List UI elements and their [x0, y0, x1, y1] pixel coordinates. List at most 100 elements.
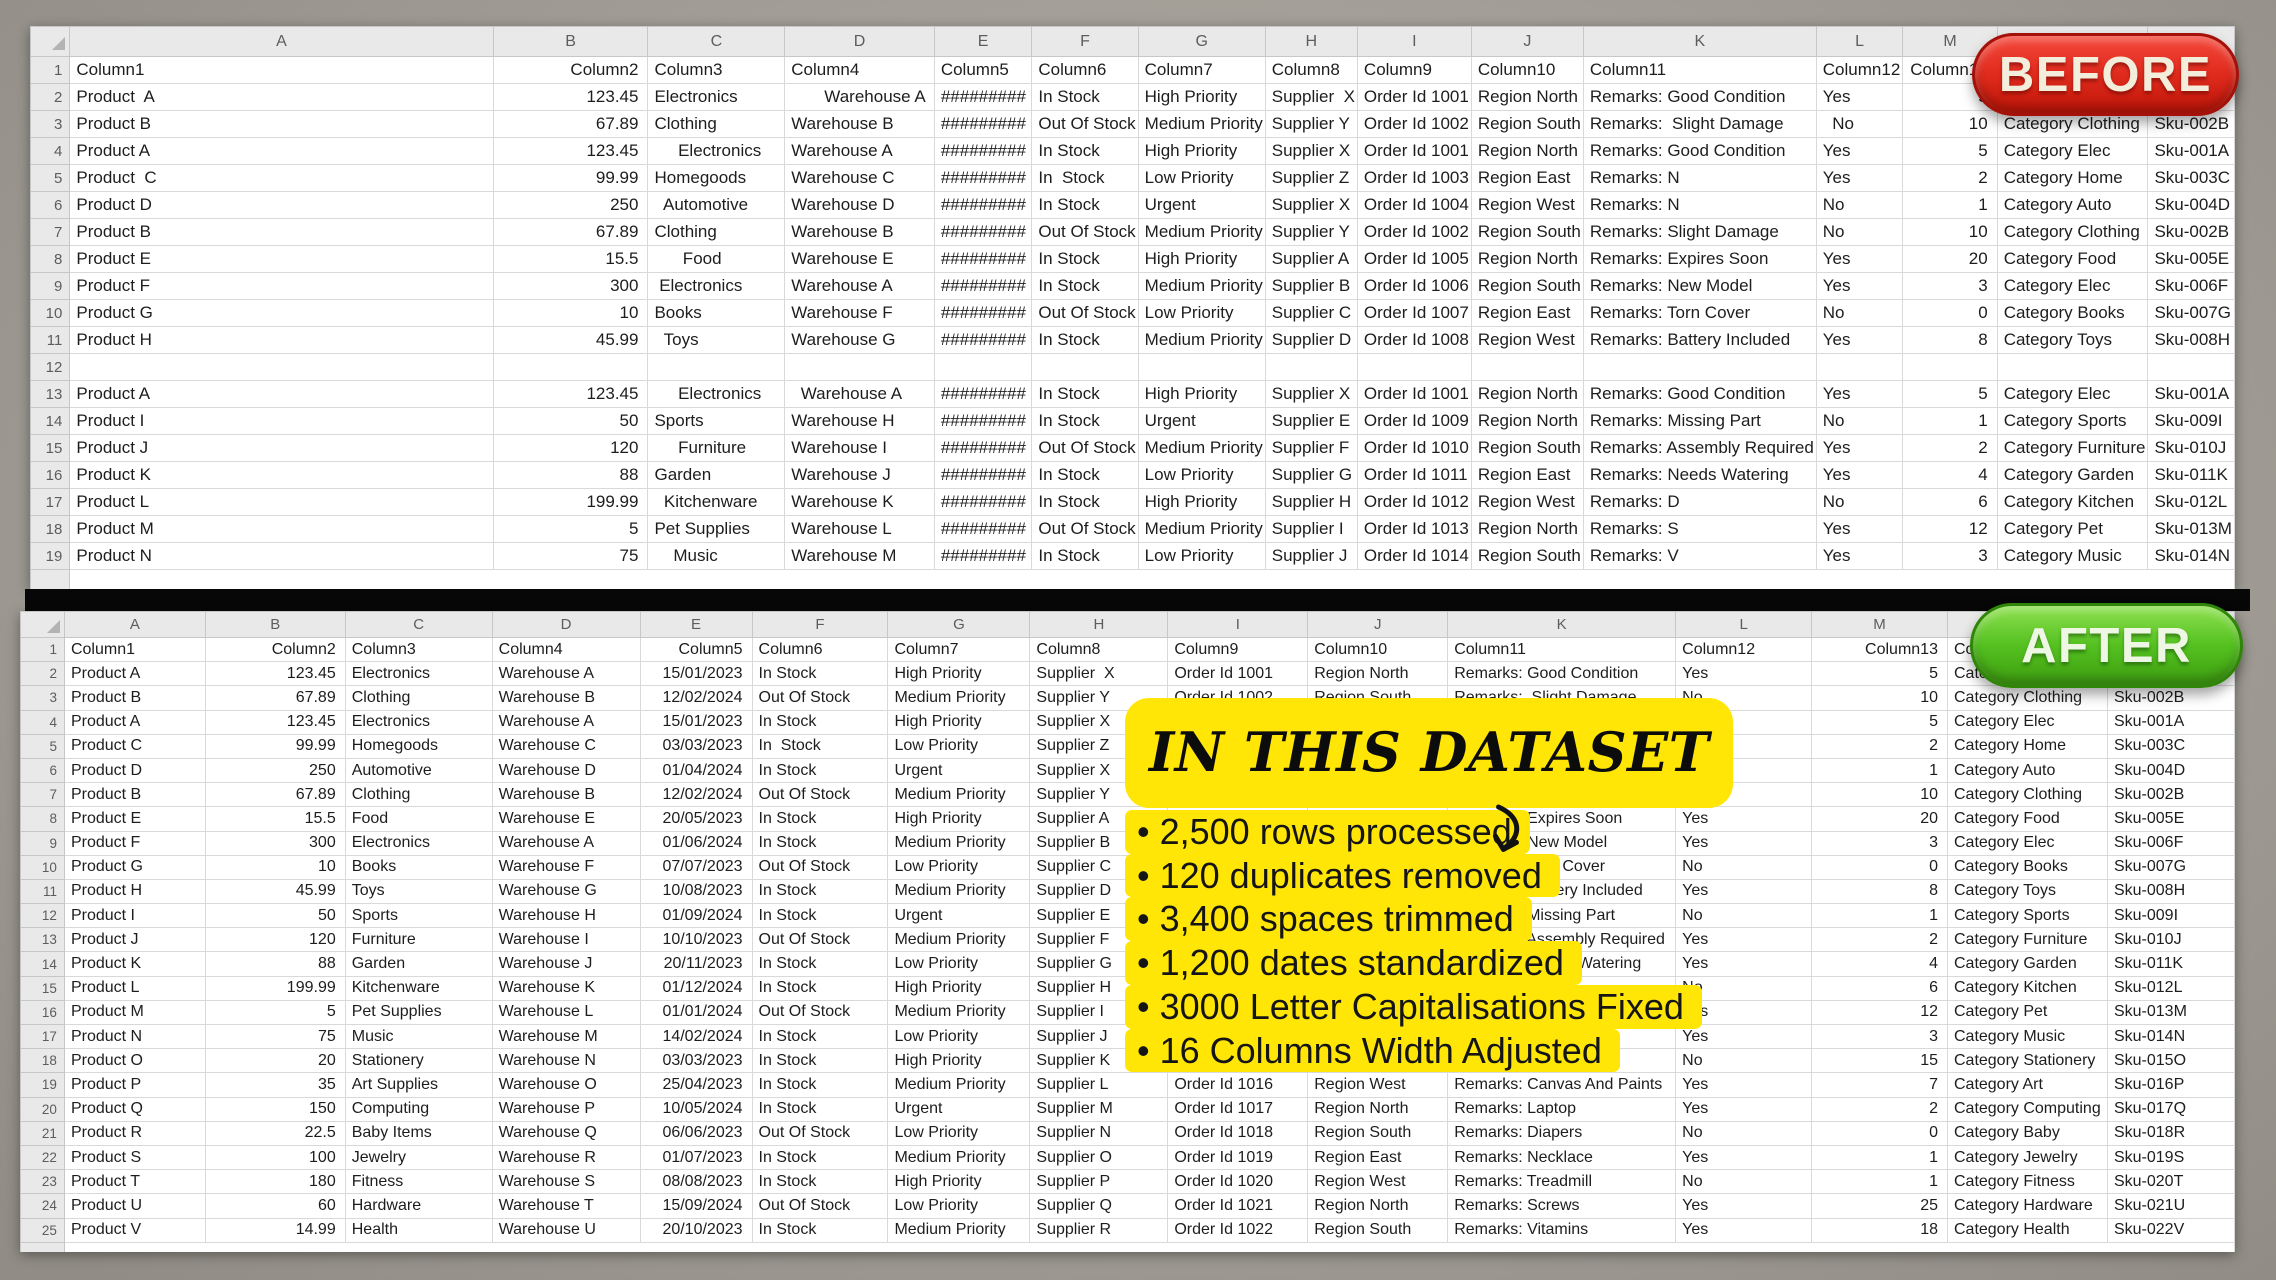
after-cell-H19[interactable]: Supplier L [1030, 1073, 1168, 1097]
after-cell-F14[interactable]: In Stock [752, 952, 888, 976]
before-cell-N11[interactable]: Category Toys [1997, 327, 2148, 354]
after-cell-C1[interactable]: Column3 [345, 638, 492, 662]
before-cell-D6[interactable]: Warehouse D [785, 192, 935, 219]
after-cell-A25[interactable]: Product V [64, 1218, 205, 1242]
after-cell-G1[interactable]: Column7 [888, 638, 1030, 662]
after-row-number-11[interactable]: 11 [21, 879, 65, 903]
before-cell-J9[interactable]: Region South [1471, 273, 1583, 300]
before-row-number-13[interactable]: 13 [31, 381, 70, 408]
after-cell-B17[interactable]: 75 [205, 1025, 345, 1049]
before-row-number-8[interactable]: 8 [31, 246, 70, 273]
after-cell-O5[interactable]: Sku-003C [2107, 734, 2234, 758]
before-cell-L15[interactable]: Yes [1816, 435, 1903, 462]
after-cell-A16[interactable]: Product M [64, 1000, 205, 1024]
after-select-all-corner[interactable] [21, 612, 65, 638]
after-cell-B5[interactable]: 99.99 [205, 734, 345, 758]
after-cell-M10[interactable]: 0 [1812, 855, 1948, 879]
after-cell-A7[interactable]: Product B [64, 783, 205, 807]
after-column-letter-I[interactable]: I [1168, 612, 1308, 638]
before-cell-F18[interactable]: Out Of Stock [1032, 516, 1138, 543]
after-cell-E10[interactable]: 07/07/2023 [640, 855, 752, 879]
after-cell-E23[interactable]: 08/08/2023 [640, 1170, 752, 1194]
after-cell-I23[interactable]: Order Id 1020 [1168, 1170, 1308, 1194]
after-cell-E12[interactable]: 01/09/2024 [640, 904, 752, 928]
after-cell-I21[interactable]: Order Id 1018 [1168, 1121, 1308, 1145]
after-cell-A8[interactable]: Product E [64, 807, 205, 831]
before-cell-B14[interactable]: 50 [493, 408, 648, 435]
after-cell-I25[interactable]: Order Id 1022 [1168, 1218, 1308, 1242]
before-cell-O10[interactable]: Sku-007G [2148, 300, 2235, 327]
before-row-number-12[interactable]: 12 [31, 354, 70, 381]
after-cell-G15[interactable]: High Priority [888, 976, 1030, 1000]
before-cell-N15[interactable]: Category Furniture [1997, 435, 2148, 462]
after-cell-C10[interactable]: Books [345, 855, 492, 879]
before-cell-C10[interactable]: Books [648, 300, 785, 327]
after-cell-G2[interactable]: High Priority [888, 662, 1030, 686]
after-cell-F25[interactable]: In Stock [752, 1218, 888, 1242]
after-cell-M12[interactable]: 1 [1812, 904, 1948, 928]
after-cell-O9[interactable]: Sku-006F [2107, 831, 2234, 855]
after-cell-E8[interactable]: 20/05/2023 [640, 807, 752, 831]
before-cell-A15[interactable]: Product J [70, 435, 493, 462]
after-row-number-25[interactable]: 25 [21, 1218, 65, 1242]
after-cell-H23[interactable]: Supplier P [1030, 1170, 1168, 1194]
before-select-all-corner[interactable] [31, 27, 70, 57]
before-cell-K18[interactable]: Remarks: S [1583, 516, 1816, 543]
after-cell-B18[interactable]: 20 [205, 1049, 345, 1073]
after-cell-N12[interactable]: Category Sports [1947, 904, 2107, 928]
after-cell-N13[interactable]: Category Furniture [1947, 928, 2107, 952]
after-cell-L19[interactable]: Yes [1676, 1073, 1812, 1097]
before-cell-K8[interactable]: Remarks: Expires Soon [1583, 246, 1816, 273]
before-cell-B10[interactable]: 10 [493, 300, 648, 327]
after-cell-M18[interactable]: 15 [1812, 1049, 1948, 1073]
before-cell-A13[interactable]: Product A [70, 381, 493, 408]
after-cell-D9[interactable]: Warehouse A [492, 831, 640, 855]
before-cell-H4[interactable]: Supplier X [1265, 138, 1357, 165]
after-cell-H22[interactable]: Supplier O [1030, 1145, 1168, 1169]
after-cell-C19[interactable]: Art Supplies [345, 1073, 492, 1097]
before-cell-C4[interactable]: Electronics [648, 138, 785, 165]
before-cell-D2[interactable]: Warehouse A [785, 84, 935, 111]
after-cell-I20[interactable]: Order Id 1017 [1168, 1097, 1308, 1121]
after-row-number-2[interactable]: 2 [21, 662, 65, 686]
before-cell-F13[interactable]: In Stock [1032, 381, 1138, 408]
before-cell-I7[interactable]: Order Id 1002 [1357, 219, 1471, 246]
before-cell-D4[interactable]: Warehouse A [785, 138, 935, 165]
after-cell-F18[interactable]: In Stock [752, 1049, 888, 1073]
after-cell-C15[interactable]: Kitchenware [345, 976, 492, 1000]
after-cell-B25[interactable]: 14.99 [205, 1218, 345, 1242]
after-cell-B24[interactable]: 60 [205, 1194, 345, 1218]
before-row-number-6[interactable]: 6 [31, 192, 70, 219]
after-cell-I2[interactable]: Order Id 1001 [1168, 662, 1308, 686]
after-cell-F7[interactable]: Out Of Stock [752, 783, 888, 807]
before-cell-E5[interactable]: ######### [934, 165, 1032, 192]
before-cell-K2[interactable]: Remarks: Good Condition [1583, 84, 1816, 111]
after-cell-G8[interactable]: High Priority [888, 807, 1030, 831]
before-cell-E10[interactable]: ######### [934, 300, 1032, 327]
before-cell-A8[interactable]: Product E [70, 246, 493, 273]
after-cell-D1[interactable]: Column4 [492, 638, 640, 662]
before-cell-H8[interactable]: Supplier A [1265, 246, 1357, 273]
after-cell-D5[interactable]: Warehouse C [492, 734, 640, 758]
before-cell-I11[interactable]: Order Id 1008 [1357, 327, 1471, 354]
before-cell-A14[interactable]: Product I [70, 408, 493, 435]
after-row-number-24[interactable]: 24 [21, 1194, 65, 1218]
after-row-number-4[interactable]: 4 [21, 710, 65, 734]
after-cell-B22[interactable]: 100 [205, 1145, 345, 1169]
after-cell-M13[interactable]: 2 [1812, 928, 1948, 952]
before-cell-L4[interactable]: Yes [1816, 138, 1903, 165]
before-cell-I10[interactable]: Order Id 1007 [1357, 300, 1471, 327]
before-cell-O7[interactable]: Sku-002B [2148, 219, 2235, 246]
before-cell-O14[interactable]: Sku-009I [2148, 408, 2235, 435]
before-cell-M15[interactable]: 2 [1903, 435, 1997, 462]
after-row-number-22[interactable]: 22 [21, 1145, 65, 1169]
after-row-number-6[interactable]: 6 [21, 758, 65, 782]
after-column-letter-A[interactable]: A [64, 612, 205, 638]
after-cell-L23[interactable]: No [1676, 1170, 1812, 1194]
after-cell-O15[interactable]: Sku-012L [2107, 976, 2234, 1000]
before-cell-F19[interactable]: In Stock [1032, 543, 1138, 570]
before-cell-M8[interactable]: 20 [1903, 246, 1997, 273]
before-cell-C8[interactable]: Food [648, 246, 785, 273]
before-cell-O8[interactable]: Sku-005E [2148, 246, 2235, 273]
after-cell-N23[interactable]: Category Fitness [1947, 1170, 2107, 1194]
